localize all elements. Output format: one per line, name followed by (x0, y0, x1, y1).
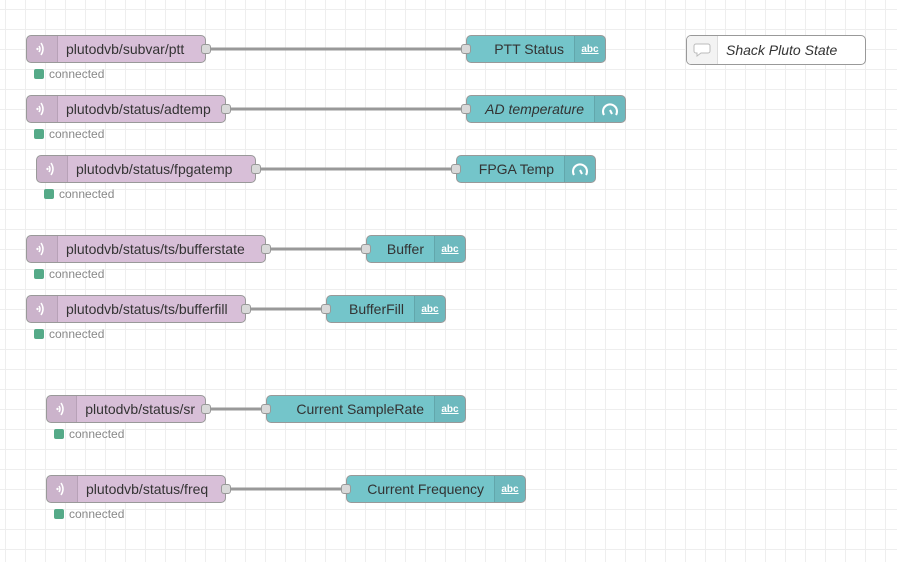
status-dot-icon (54, 429, 64, 439)
status-dot-icon (34, 269, 44, 279)
mqtt-in-node[interactable]: plutodvb/status/ts/bufferstate (26, 235, 271, 263)
ui-node-label: Current Frequency (367, 481, 484, 497)
node-status: connected (34, 127, 104, 141)
output-port[interactable] (241, 304, 251, 314)
output-port[interactable] (201, 44, 211, 54)
text-abc-icon: abc (434, 396, 465, 422)
mqtt-in-node[interactable]: plutodvb/status/sr (46, 395, 211, 423)
comment-icon (687, 36, 718, 64)
status-text: connected (49, 127, 105, 141)
mqtt-topic-label: plutodvb/status/sr (85, 401, 195, 417)
mqtt-in-icon (27, 236, 58, 262)
mqtt-in-icon (27, 96, 58, 122)
status-dot-icon (34, 69, 44, 79)
mqtt-in-node[interactable]: plutodvb/subvar/ptt (26, 35, 211, 63)
output-port[interactable] (221, 484, 231, 494)
text-abc-icon: abc (574, 36, 605, 62)
ui-node-label: Current SampleRate (296, 401, 424, 417)
input-port[interactable] (341, 484, 351, 494)
ui-text-node[interactable]: Buffer abc (361, 235, 466, 263)
mqtt-topic-label: plutodvb/status/adtemp (66, 101, 211, 117)
mqtt-in-node[interactable]: plutodvb/status/adtemp (26, 95, 231, 123)
output-port[interactable] (201, 404, 211, 414)
mqtt-topic-label: plutodvb/status/fpgatemp (76, 161, 233, 177)
input-port[interactable] (451, 164, 461, 174)
mqtt-in-icon (47, 476, 78, 502)
mqtt-topic-label: plutodvb/status/ts/bufferfill (66, 301, 228, 317)
ui-text-node[interactable]: BufferFill abc (321, 295, 446, 323)
mqtt-in-node[interactable]: plutodvb/status/fpgatemp (36, 155, 261, 183)
ui-gauge-node[interactable]: AD temperature (461, 95, 626, 123)
ui-node-label: BufferFill (349, 301, 404, 317)
status-dot-icon (44, 189, 54, 199)
status-text: connected (69, 507, 125, 521)
text-abc-icon: abc (434, 236, 465, 262)
mqtt-in-icon (37, 156, 68, 182)
text-abc-icon: abc (414, 296, 445, 322)
text-abc-icon: abc (494, 476, 525, 502)
status-text: connected (59, 187, 115, 201)
status-dot-icon (34, 129, 44, 139)
mqtt-in-icon (27, 36, 58, 62)
input-port[interactable] (261, 404, 271, 414)
ui-node-label: Buffer (386, 241, 424, 257)
ui-text-node[interactable]: Current SampleRate abc (261, 395, 466, 423)
mqtt-in-icon (27, 296, 58, 322)
mqtt-topic-label: plutodvb/subvar/ptt (66, 41, 185, 57)
node-status: connected (34, 267, 104, 281)
node-status: connected (44, 187, 114, 201)
status-text: connected (69, 427, 125, 441)
status-text: connected (49, 67, 105, 81)
comment-label: Shack Pluto State (726, 42, 838, 58)
input-port[interactable] (361, 244, 371, 254)
node-status: connected (34, 327, 104, 341)
input-port[interactable] (321, 304, 331, 314)
ui-text-node[interactable]: PTT Status abc (461, 35, 606, 63)
output-port[interactable] (221, 104, 231, 114)
status-text: connected (49, 267, 105, 281)
mqtt-in-node[interactable]: plutodvb/status/freq (46, 475, 231, 503)
mqtt-topic-label: plutodvb/status/freq (86, 481, 209, 497)
node-status: connected (54, 427, 124, 441)
ui-text-node[interactable]: Current Frequency abc (341, 475, 526, 503)
mqtt-in-icon (47, 396, 78, 422)
ui-node-label: PTT Status (494, 41, 564, 57)
gauge-icon (564, 156, 595, 182)
status-text: connected (49, 327, 105, 341)
mqtt-in-node[interactable]: plutodvb/status/ts/bufferfill (26, 295, 251, 323)
status-dot-icon (34, 329, 44, 339)
mqtt-topic-label: plutodvb/status/ts/bufferstate (66, 241, 245, 257)
output-port[interactable] (261, 244, 271, 254)
output-port[interactable] (251, 164, 261, 174)
ui-node-label: AD temperature (485, 101, 584, 117)
ui-node-label: FPGA Temp (478, 161, 554, 177)
node-status: connected (54, 507, 124, 521)
comment-node[interactable]: Shack Pluto State (686, 35, 866, 65)
gauge-icon (594, 96, 625, 122)
input-port[interactable] (461, 44, 471, 54)
input-port[interactable] (461, 104, 471, 114)
ui-gauge-node[interactable]: FPGA Temp (451, 155, 596, 183)
node-status: connected (34, 67, 104, 81)
status-dot-icon (54, 509, 64, 519)
